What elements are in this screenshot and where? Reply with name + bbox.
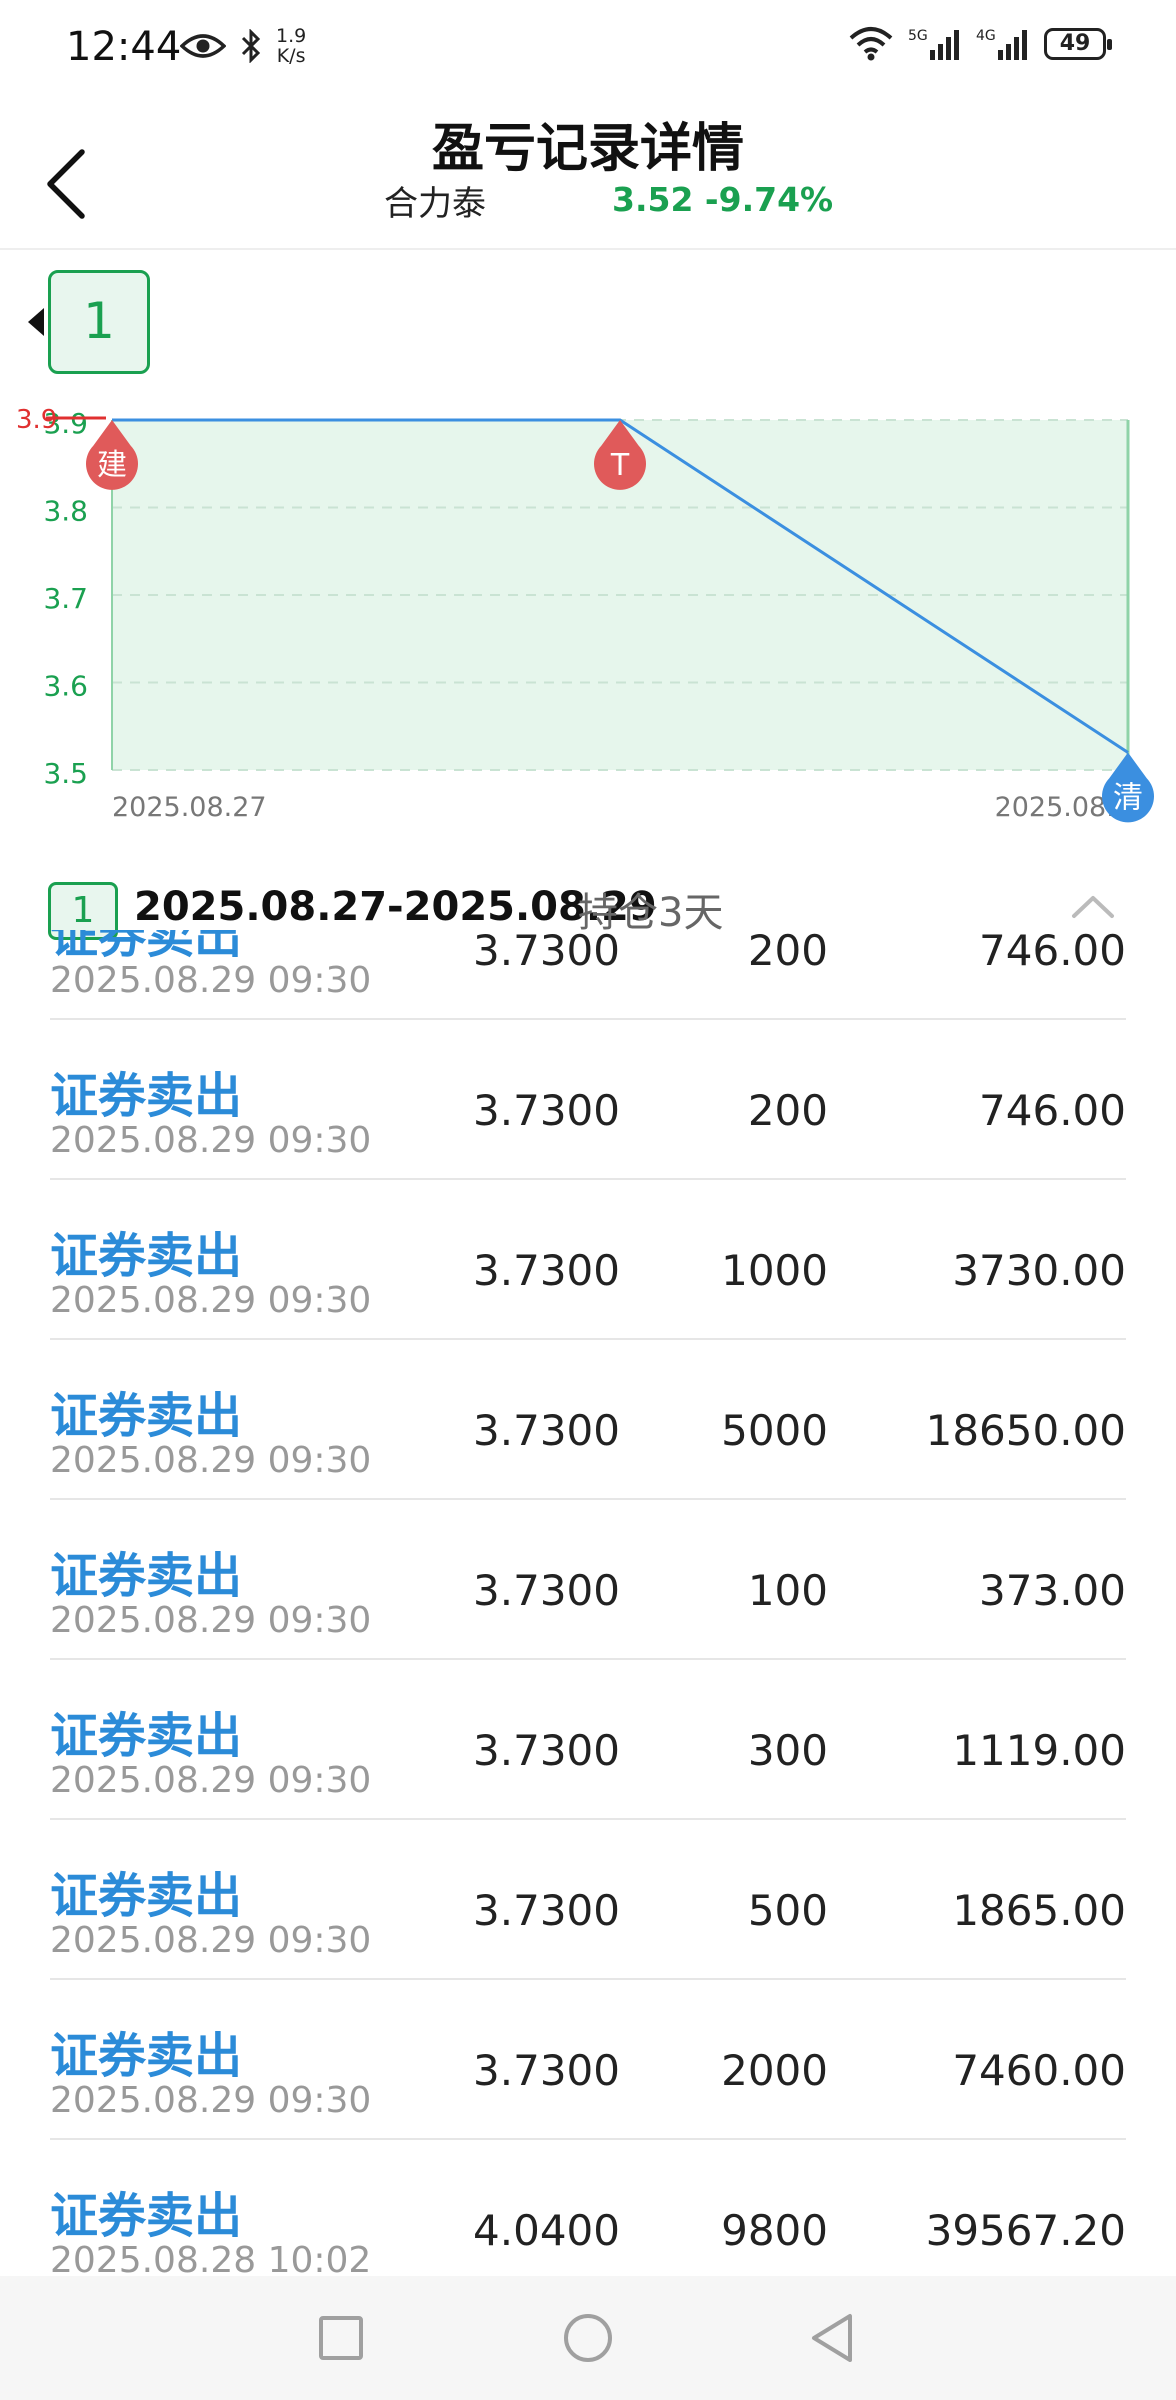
trade-time: 2025.08.29 09:30 <box>50 1120 372 1161</box>
net-speed: 1.9 K/s <box>276 26 306 66</box>
trade-row[interactable]: 证券卖出 2025.08.29 09:30 3.7300 2000 7460.00 <box>50 1980 1126 2140</box>
page-header: 盈亏记录详情 合力泰 3.52 -9.74% <box>0 96 1176 250</box>
trade-type: 证券卖出 <box>50 1228 243 1284</box>
y-tick-label: 3.7 <box>43 582 88 615</box>
trade-price: 3.7300 <box>473 1726 620 1775</box>
trade-time: 2025.08.28 10:02 <box>50 2240 372 2275</box>
trade-time: 2025.08.29 09:30 <box>50 1760 372 1801</box>
trade-type: 证券卖出 <box>50 2028 243 2084</box>
trade-row[interactable]: 证券卖出 2025.08.29 09:30 3.7300 500 1865.00 <box>50 1820 1126 1980</box>
trade-type: 证券卖出 <box>50 1388 243 1444</box>
trade-price: 3.7300 <box>473 1406 620 1455</box>
chevron-up-icon[interactable] <box>1068 892 1118 922</box>
back-nav-button[interactable] <box>800 2306 870 2370</box>
trade-amount: 3730.00 <box>952 1246 1126 1295</box>
trade-row[interactable]: 证券卖出 2025.08.29 09:30 3.7300 300 1119.00 <box>50 1660 1126 1820</box>
trade-quantity: 300 <box>747 1726 828 1775</box>
profit-loss-chart: 3.9 3.8 3.7 3.6 3.5 3.9 2025.08.27 2025.08.2 建 T 清… <box>0 250 1176 850</box>
marker-label: 清 <box>1113 781 1143 816</box>
y-tick-label: 3.5 <box>43 757 88 790</box>
trade-amount: 1865.00 <box>952 1886 1126 1935</box>
trade-quantity: 5000 <box>721 1406 828 1455</box>
trade-price: 4.0400 <box>473 2206 620 2255</box>
stock-quote: 3.52 -9.74% <box>612 180 834 219</box>
status-left-icons: 1.9 K/s <box>180 26 306 66</box>
trade-amount: 373.00 <box>979 1566 1126 1615</box>
page-title: 盈亏记录详情 <box>431 119 744 179</box>
trade-row[interactable]: 证券卖出 2025.08.29 09:30 3.7300 200 746.00 <box>50 930 1126 1020</box>
reference-price-label: 3.9 <box>16 405 57 435</box>
signal-5g-label: 5G <box>908 28 928 44</box>
trade-quantity: 500 <box>747 1886 828 1935</box>
battery-icon: 49 <box>1044 28 1112 60</box>
trade-amount: 7460.00 <box>952 2046 1126 2095</box>
net-speed-value: 1.9 <box>276 25 307 47</box>
trade-quantity: 200 <box>747 1086 828 1135</box>
system-nav-bar <box>0 2276 1176 2400</box>
trade-row[interactable]: 证券卖出 2025.08.29 09:30 3.7300 5000 18650.00 <box>50 1340 1126 1500</box>
y-tick-label: 3.8 <box>43 495 88 528</box>
x-tick-label: 2025.08.27 <box>112 792 267 823</box>
trade-price: 3.7300 <box>473 2046 620 2095</box>
trade-time: 2025.08.29 09:30 <box>50 960 372 1001</box>
prev-record-arrow-icon[interactable] <box>28 308 44 336</box>
trade-quantity: 2000 <box>721 2046 828 2095</box>
recent-apps-button[interactable] <box>306 2306 376 2370</box>
trade-amount: 746.00 <box>979 930 1126 975</box>
trade-time: 2025.08.29 09:30 <box>50 1600 372 1641</box>
eye-icon <box>180 34 226 58</box>
circle-icon <box>564 2314 612 2362</box>
trade-list[interactable]: 证券卖出 2025.08.29 09:30 3.7300 200 746.00 证券卖出 2… <box>0 930 1176 2275</box>
trade-type: 证券卖出 <box>50 1068 243 1124</box>
trade-type: 证券卖出 <box>50 1548 243 1604</box>
signal-4g-label: 4G <box>976 28 996 44</box>
trade-row[interactable]: 证券卖出 2025.08.29 09:30 3.7300 1000 3730.00 <box>50 1180 1126 1340</box>
trade-price: 3.7300 <box>473 930 620 975</box>
square-icon <box>319 2316 363 2360</box>
stock-name: 合力泰 <box>384 184 486 224</box>
status-right-icons: 5G 4G 49 <box>848 26 1112 62</box>
y-tick-label: 3.6 <box>43 670 88 703</box>
home-button[interactable] <box>553 2306 623 2370</box>
trade-price: 3.7300 <box>473 1886 620 1935</box>
trade-quantity: 100 <box>747 1566 828 1615</box>
trade-amount: 39567.20 <box>925 2206 1126 2255</box>
triangle-back-icon <box>812 2314 852 2362</box>
trade-quantity: 9800 <box>721 2206 828 2255</box>
marker-label: 建 <box>97 448 127 483</box>
trade-type: 证券卖出 <box>50 1708 243 1764</box>
trade-type: 证券卖出 <box>50 2188 243 2244</box>
trade-amount: 1119.00 <box>952 1726 1126 1775</box>
trade-time: 2025.08.29 09:30 <box>50 2080 372 2121</box>
marker-label: T <box>610 448 630 483</box>
trade-price: 3.7300 <box>473 1246 620 1295</box>
record-index-badge[interactable]: 1 <box>48 270 150 374</box>
signal-5g-icon: 5G <box>908 28 959 60</box>
trade-row[interactable]: 证券卖出 2025.08.29 09:30 3.7300 100 373.00 <box>50 1500 1126 1660</box>
trade-quantity: 200 <box>747 930 828 975</box>
trade-row[interactable]: 证券卖出 2025.08.29 09:30 3.7300 200 746.00 <box>50 1020 1126 1180</box>
trade-price: 3.7300 <box>473 1086 620 1135</box>
net-speed-unit: K/s <box>276 45 306 67</box>
line-chart: 3.93.83.73.63.53.92025.08.27 2025.08.2建 T清 <box>16 405 1154 823</box>
trade-time: 2025.08.29 09:30 <box>50 1280 372 1321</box>
bluetooth-icon <box>241 29 261 63</box>
trade-amount: 18650.00 <box>925 1406 1126 1455</box>
trade-row[interactable]: 证券卖出 2025.08.28 10:02 4.0400 9800 39567.20 <box>50 2140 1126 2275</box>
wifi-icon <box>849 27 893 61</box>
status-bar: 12:44 1.9 K/s 5G 4G 49 <box>0 0 1176 96</box>
trade-time: 2025.08.29 09:30 <box>50 1920 372 1961</box>
trade-time: 2025.08.29 09:30 <box>50 1440 372 1481</box>
trade-amount: 746.00 <box>979 1086 1126 1135</box>
trade-quantity: 1000 <box>721 1246 828 1295</box>
trade-type: 证券卖出 <box>50 1868 243 1924</box>
status-time: 12:44 <box>66 24 182 70</box>
trade-price: 3.7300 <box>473 1566 620 1615</box>
signal-4g-icon: 4G <box>976 28 1027 60</box>
